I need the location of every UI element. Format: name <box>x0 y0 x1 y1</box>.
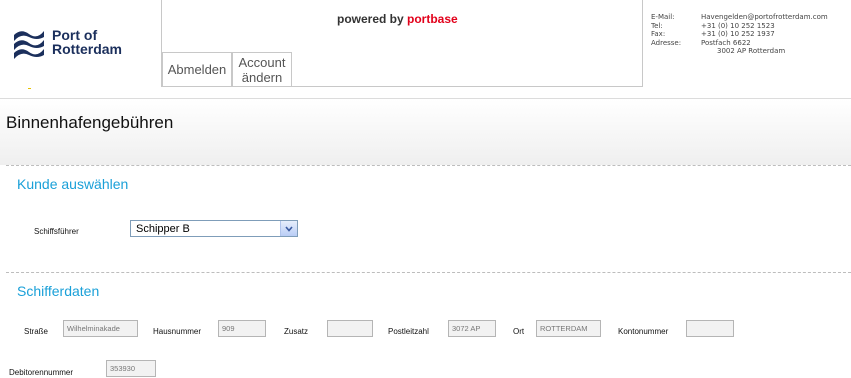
header-divider <box>642 0 643 86</box>
page-title: Binnenhafengebühren <box>6 113 174 132</box>
city-label: Ort <box>513 327 525 336</box>
debtor-number-field[interactable]: 353930 <box>106 360 156 377</box>
change-account-button[interactable]: Account ändern <box>232 52 292 86</box>
customer-section-title: Kunde auswählen <box>17 176 129 192</box>
postal-code-label: Postleitzahl <box>388 327 429 336</box>
account-label-line-2: ändern <box>241 69 283 85</box>
street-label: Straße <box>24 327 49 336</box>
account-number-field[interactable] <box>686 320 734 337</box>
tel-label: Tel: <box>651 21 663 30</box>
addition-field[interactable] <box>327 320 373 337</box>
account-number-label: Kontonummer <box>618 327 669 336</box>
email-link[interactable]: Havengelden@portofrotterdam.com <box>701 13 828 22</box>
skipper-select[interactable]: Schipper B <box>130 220 298 237</box>
logout-button[interactable]: Abmelden <box>162 52 232 86</box>
powered-by-portbase: powered by portbase <box>337 12 458 26</box>
skipper-label: Schiffsführer <box>34 227 79 236</box>
email-label: E-Mail: <box>651 13 675 21</box>
logo-line-2: Rotterdam <box>52 41 123 57</box>
powered-prefix: powered by <box>337 12 408 26</box>
address-label: Adresse: <box>651 38 682 47</box>
section-divider <box>6 165 851 166</box>
skipper-selected-value: Schipper B <box>136 223 190 235</box>
address-line-1: Postfach 6622 <box>701 38 751 47</box>
header: Port of Rotterdam powered by portbase Ab… <box>0 0 851 92</box>
port-of-rotterdam-logo[interactable]: Port of Rotterdam <box>12 24 142 68</box>
logo-line-1: Port of <box>52 27 98 43</box>
logo-accent-mark <box>28 88 31 89</box>
street-field[interactable]: Wilhelminakade <box>63 320 138 337</box>
logout-label: Abmelden <box>167 62 227 77</box>
portbase-brand: portbase <box>407 12 458 26</box>
house-number-label: Hausnummer <box>153 327 202 336</box>
house-number-field[interactable]: 909 <box>218 320 266 337</box>
fax-value: +31 (0) 10 252 1937 <box>701 30 775 39</box>
postal-code-field[interactable]: 3072 AP <box>448 320 496 337</box>
city-field[interactable]: ROTTERDAM <box>536 320 601 337</box>
addition-label: Zusatz <box>284 327 309 336</box>
chevron-down-icon <box>285 225 293 232</box>
contact-info: E-Mail: Havengelden@portofrotterdam.com T… <box>651 13 828 56</box>
skipper-data-section-title: Schifferdaten <box>17 283 100 299</box>
header-divider <box>161 86 643 87</box>
waves-logo-icon <box>14 31 44 59</box>
tel-value: +31 (0) 10 252 1523 <box>701 21 775 30</box>
address-line-2: 3002 AP Rotterdam <box>717 47 786 56</box>
page-title-band: Binnenhafengebühren <box>0 98 851 165</box>
account-label-line-1: Account <box>238 54 286 70</box>
dropdown-arrow-button[interactable] <box>280 221 297 236</box>
section-divider <box>6 272 851 273</box>
debtor-number-label: Debitorennummer <box>9 368 74 377</box>
fax-label: Fax: <box>651 30 666 39</box>
